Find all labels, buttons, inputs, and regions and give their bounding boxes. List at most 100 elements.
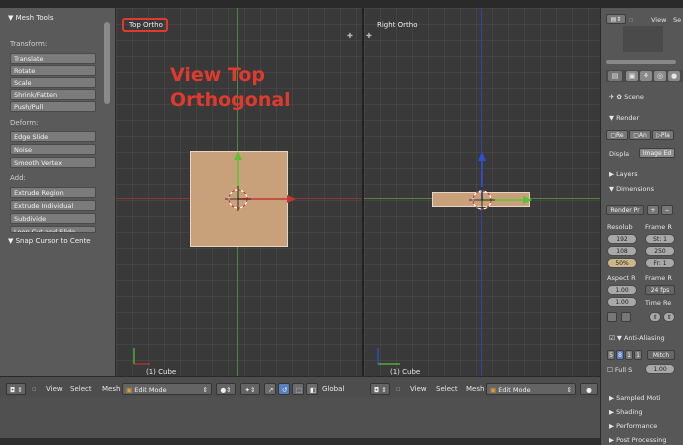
aa-samples-8[interactable]: 8 (616, 350, 624, 360)
loop-cut-button[interactable]: Loop Cut and Slide (10, 226, 96, 233)
aa-samples-16[interactable]: 1 (634, 350, 642, 360)
render-presets-menu[interactable]: Render Pr (606, 205, 644, 215)
mesh-menu[interactable]: Mesh (102, 385, 120, 393)
mesh-tools-panel-header[interactable]: ▼ Mesh Tools (8, 14, 54, 22)
transform-label: Transform: (10, 40, 48, 48)
push-pull-button[interactable]: Push/Pull (10, 101, 96, 112)
select-menu[interactable]: Select (436, 385, 458, 393)
transform-orientation-icon[interactable]: ◧ (306, 383, 318, 395)
pin-icon[interactable]: ✈ (609, 93, 614, 101)
smooth-vertex-button[interactable]: Smooth Vertex (10, 157, 96, 168)
pivot-point-menu[interactable]: ● (580, 383, 598, 395)
aspect-ratio-label: Aspect R (607, 274, 636, 282)
filter-size-field[interactable]: 1.00 (645, 364, 675, 374)
display-selector[interactable]: Image Ed (639, 148, 675, 158)
outliner-scrollbar[interactable] (606, 60, 676, 64)
transform-manipulator[interactable] (212, 143, 304, 211)
scene-tab-icon[interactable]: ⚘ (640, 71, 652, 81)
aa-samples-5[interactable]: 5 (607, 350, 615, 360)
extrude-region-button[interactable]: Extrude Region (10, 187, 96, 198)
timeline-ruler[interactable] (0, 438, 600, 445)
scale-manipulator-icon[interactable]: ⬚ (292, 383, 304, 395)
object-info-label: (1) Cube (390, 368, 421, 376)
shrink-fatten-button[interactable]: Shrink/Fatten (10, 89, 96, 100)
viewport-right-ortho[interactable]: Right Ortho ✚ (1) Cube (364, 8, 600, 376)
scene-icon: ✿ (616, 93, 622, 101)
rotate-manipulator-icon[interactable]: ↺ (278, 383, 290, 395)
view-menu[interactable]: View (410, 385, 427, 393)
outliner-search-menu[interactable]: Se (673, 16, 681, 24)
edge-slide-button[interactable]: Edge Slide (10, 131, 96, 142)
mesh-menu[interactable]: Mesh (466, 385, 484, 393)
resolution-percent-field[interactable]: 50% (607, 258, 637, 268)
area-split-corner-icon[interactable]: ✚ (347, 32, 357, 40)
checkbox-icon[interactable]: ☐ (607, 366, 613, 374)
editor-type-icon[interactable]: ▤ (608, 71, 622, 81)
translate-button[interactable]: Translate (10, 53, 96, 64)
world-tab-icon[interactable]: ◎ (654, 71, 666, 81)
frame-step-field[interactable]: Fr: 1 (645, 258, 675, 268)
viewport-top-ortho[interactable]: Top Ortho View Top Orthogonal ✚ (1) Cube (116, 8, 362, 376)
manipulator-toggle[interactable]: ✦⇕ (240, 383, 260, 395)
extrude-individual-button[interactable]: Extrude Individual (10, 200, 96, 211)
rotate-button[interactable]: Rotate (10, 65, 96, 76)
render-tab-icon[interactable]: ▣ (626, 71, 638, 81)
noise-button[interactable]: Noise (10, 144, 96, 155)
add-preset-icon[interactable]: + (647, 205, 659, 215)
transform-manipulator[interactable] (456, 138, 546, 210)
resolution-y-field[interactable]: 108 (607, 246, 637, 256)
mode-selector[interactable]: ▣ Edit Mode ⇕ (122, 383, 212, 395)
anti-aliasing-panel-header[interactable]: ☑ ▼ Anti-Aliasing (609, 334, 665, 342)
dimensions-panel-header[interactable]: ▼ Dimensions (609, 185, 654, 193)
time-remap-old-field[interactable]: ⇕ (649, 312, 661, 322)
render-panel-header[interactable]: ▼ Render (609, 114, 639, 122)
aa-filter-selector[interactable]: Mitch (647, 350, 675, 360)
performance-panel-header[interactable]: ▶ Performance (609, 422, 657, 430)
display-label: Displa (609, 150, 630, 158)
render-animation-button[interactable]: ▢An (629, 130, 651, 140)
end-frame-field[interactable]: 250 (645, 246, 675, 256)
time-remap-new-field[interactable]: ⇕ (663, 312, 675, 322)
full-sample-toggle[interactable]: ☐ Full S (607, 366, 632, 374)
outliner-tree[interactable] (623, 26, 663, 52)
fps-selector[interactable]: 24 fps (645, 285, 675, 295)
start-frame-field[interactable]: St: 1 (645, 234, 675, 244)
border-checkbox[interactable] (607, 312, 617, 322)
scene-label: Scene (624, 93, 644, 101)
translate-manipulator-icon[interactable]: ↗ (264, 383, 276, 395)
anti-aliasing-checkbox-icon[interactable]: ☑ (609, 334, 615, 342)
shading-panel-header[interactable]: ▶ Shading (609, 408, 642, 416)
header-collapse-icon[interactable]: ▫ (396, 385, 401, 393)
editor-type-menu[interactable]: ◘ ⇕ (370, 383, 390, 395)
object-tab-icon[interactable]: ● (668, 71, 680, 81)
mode-selector[interactable]: ▣ Edit Mode ⇕ (486, 383, 576, 395)
resolution-x-field[interactable]: 192 (607, 234, 637, 244)
editor-type-menu[interactable]: ◘ ⇕ (6, 383, 26, 395)
tool-shelf-scrollbar[interactable] (104, 22, 110, 104)
header-collapse-icon[interactable]: ▫ (32, 385, 37, 393)
y-arrow-icon (234, 151, 242, 160)
window-top-strip (0, 0, 683, 8)
play-animation-button[interactable]: ▷Pla (652, 130, 674, 140)
subdivide-button[interactable]: Subdivide (10, 213, 96, 224)
properties-editor: ▤⇕ ▫ View Se ▤ ▣ ⚘ ◎ ● ✈ ✿ Scene ▼ Rende… (600, 8, 683, 445)
orientation-label[interactable]: Global (322, 385, 344, 393)
aspect-y-field[interactable]: 1.00 (607, 297, 637, 307)
post-processing-panel-header[interactable]: ▶ Post Processing (609, 436, 666, 444)
area-split-corner-icon[interactable]: ✚ (366, 32, 376, 40)
outliner-view-menu[interactable]: View (651, 16, 666, 24)
crop-checkbox[interactable] (621, 312, 631, 322)
outliner-type-menu[interactable]: ▤⇕ (606, 14, 626, 24)
outliner-collapse-icon[interactable]: ▫ (629, 16, 633, 24)
snap-cursor-panel-header[interactable]: ▼ Snap Cursor to Cente (8, 237, 91, 245)
remove-preset-icon[interactable]: − (661, 205, 673, 215)
select-menu[interactable]: Select (70, 385, 92, 393)
pivot-point-menu[interactable]: ●⇕ (216, 383, 236, 395)
view-menu[interactable]: View (46, 385, 63, 393)
sampled-motion-blur-panel[interactable]: ▶ Sampled Moti (609, 394, 661, 402)
scale-button[interactable]: Scale (10, 77, 96, 88)
aspect-x-field[interactable]: 1.00 (607, 285, 637, 295)
layers-panel-header[interactable]: ▶ Layers (609, 170, 638, 178)
aa-samples-11[interactable]: 1 (625, 350, 633, 360)
render-image-button[interactable]: ▢Re (606, 130, 628, 140)
